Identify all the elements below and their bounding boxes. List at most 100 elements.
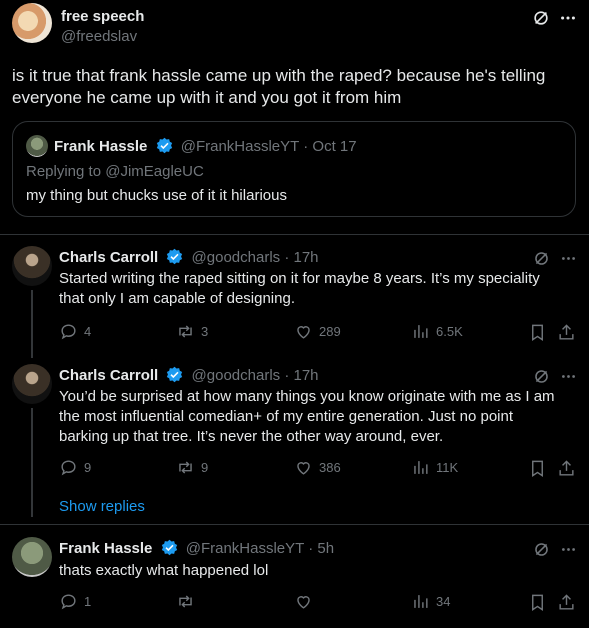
like-button[interactable] (294, 592, 313, 611)
reply-timestamp[interactable]: 17h (294, 249, 319, 266)
bookmark-button[interactable] (527, 458, 547, 478)
reply-author-handle[interactable]: @goodcharls (192, 367, 281, 384)
views-count: 11K (436, 460, 459, 475)
avatar-charls-carroll[interactable] (12, 246, 52, 286)
like-icon (297, 462, 310, 475)
like-button[interactable]: 289 (294, 322, 341, 341)
repost-count: 9 (201, 460, 209, 475)
reply-text-line: the most influential comedian+ of my ent… (59, 408, 514, 425)
repost-icon (179, 595, 192, 608)
grok-icon[interactable] (531, 539, 551, 559)
author-handle[interactable]: @freedslav (61, 28, 137, 45)
divider (0, 524, 589, 525)
grok-icon[interactable] (531, 248, 551, 268)
more-icon[interactable] (558, 539, 578, 559)
repost-button[interactable]: 9 (176, 458, 208, 477)
views-icon (414, 325, 428, 338)
quote-author-name[interactable]: Frank Hassle (54, 138, 147, 155)
reply-count: 4 (84, 324, 92, 339)
quote-text: my thing but chucks use of it it hilario… (26, 187, 287, 204)
bookmark-icon (531, 324, 543, 341)
more-icon[interactable] (558, 366, 578, 386)
reply-text: You’d be surprised at how many things yo… (59, 387, 555, 447)
more-icon[interactable] (558, 8, 578, 28)
more-icon[interactable] (558, 248, 578, 268)
like-count: 289 (319, 324, 341, 339)
avatar-charls-carroll[interactable] (12, 364, 52, 404)
views-icon (414, 461, 428, 474)
reply-button[interactable]: 4 (59, 322, 91, 341)
reply-author-name[interactable]: Frank Hassle (59, 540, 152, 557)
replying-to-handle[interactable]: @JimEagleUC (105, 163, 204, 180)
share-button[interactable] (556, 322, 576, 342)
separator-dot: · (308, 540, 314, 557)
reply-icon (61, 324, 76, 340)
like-icon (297, 596, 310, 609)
reply-text-line: You’d be surprised at how many things yo… (59, 388, 555, 405)
reply-text: Started writing the raped sitting on it … (59, 269, 540, 309)
like-button[interactable]: 386 (294, 458, 341, 477)
post-text-line: everyone he came up with it and you got … (12, 88, 402, 107)
views-button[interactable]: 6.5K (411, 322, 463, 341)
share-icon (558, 323, 574, 340)
reply-author-name[interactable]: Charls Carroll (59, 249, 158, 266)
reply-text-line: barking up that tree. It’s never the oth… (59, 428, 444, 445)
avatar-frank-hassle[interactable] (12, 537, 52, 577)
replying-to: Replying to @JimEagleUC (26, 163, 204, 180)
post-text: is it true that frank hassle came up wit… (12, 65, 545, 109)
views-count: 6.5K (436, 324, 463, 339)
reply-timestamp[interactable]: 17h (294, 367, 319, 384)
reply-icon (61, 594, 76, 610)
reply-text-line: that only I am capable of designing. (59, 290, 295, 307)
reply-author-handle[interactable]: @goodcharls (192, 249, 281, 266)
share-icon (558, 459, 574, 476)
repost-count: 3 (201, 324, 209, 339)
reply-author-name[interactable]: Charls Carroll (59, 367, 158, 384)
quote-header: Frank Hassle @FrankHassleYT · Oct 17 (54, 137, 357, 158)
quote-timestamp[interactable]: Oct 17 (312, 138, 356, 155)
share-icon (558, 593, 574, 610)
like-icon (297, 326, 310, 339)
verified-icon (166, 366, 183, 387)
views-button[interactable]: 34 (411, 592, 450, 611)
bookmark-icon (531, 460, 543, 477)
avatar-free-speech[interactable] (12, 3, 52, 43)
repost-button[interactable] (176, 592, 195, 611)
grok-icon[interactable] (531, 366, 551, 386)
reply-button[interactable]: 1 (59, 592, 91, 611)
views-count: 34 (436, 594, 451, 609)
share-button[interactable] (556, 592, 576, 612)
post-text-line: is it true that frank hassle came up wit… (12, 66, 546, 85)
grok-icon[interactable] (531, 8, 551, 28)
reply-icon (61, 460, 76, 476)
show-replies-link[interactable]: Show replies (59, 498, 145, 515)
reply-author-handle[interactable]: @FrankHassleYT (186, 540, 304, 557)
share-button[interactable] (556, 458, 576, 478)
repost-icon (179, 461, 192, 474)
verified-icon (166, 248, 183, 269)
repost-icon (179, 325, 192, 338)
reply-timestamp[interactable]: 5h (317, 540, 334, 557)
author-name[interactable]: free speech (61, 8, 144, 25)
like-count: 386 (319, 460, 341, 475)
thread-dots (31, 496, 33, 518)
views-button[interactable]: 11K (411, 458, 458, 477)
quote-author-handle[interactable]: @FrankHassleYT (181, 138, 299, 155)
thread-line (31, 290, 33, 358)
reply-text-line: Started writing the raped sitting on it … (59, 270, 540, 287)
bookmark-button[interactable] (527, 592, 547, 612)
reply-header: Frank Hassle @FrankHassleYT · 5h (59, 539, 334, 560)
reply-text: thats exactly what happened lol (59, 562, 269, 579)
replying-to-prefix: Replying to (26, 163, 106, 180)
divider (0, 234, 589, 235)
repost-button[interactable]: 3 (176, 322, 208, 341)
separator-dot: · (284, 249, 290, 266)
separator-dot: · (284, 367, 290, 384)
avatar-frank-hassle[interactable] (26, 135, 48, 157)
bookmark-button[interactable] (527, 322, 547, 342)
verified-icon (156, 137, 173, 158)
bookmark-icon (531, 594, 543, 611)
verified-icon (161, 539, 178, 560)
reply-button[interactable]: 9 (59, 458, 91, 477)
reply-header: Charls Carroll @goodcharls · 17h (59, 248, 319, 269)
